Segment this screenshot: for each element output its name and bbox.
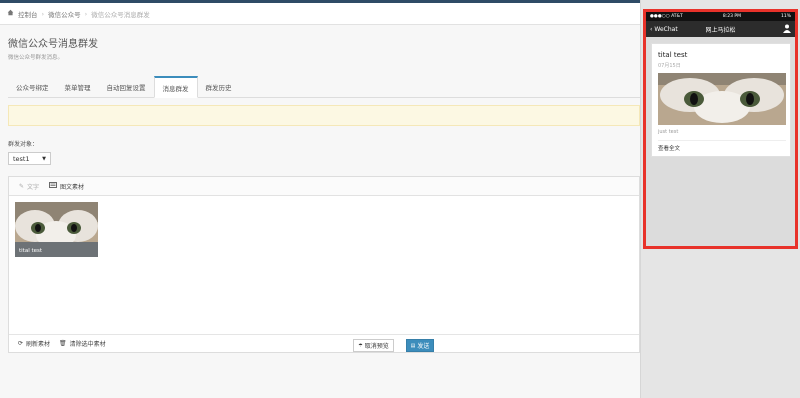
tab-auto-reply[interactable]: 自动回复设置 — [99, 76, 154, 98]
tab-mass-history[interactable]: 群发历史 — [198, 76, 240, 98]
refresh-icon: ⟳ — [18, 340, 24, 347]
tab-bar: 公众号绑定 菜单管理 自动回复设置 消息群发 群发历史 — [8, 76, 640, 98]
news-card[interactable]: tital test 07月15日 just test 查看全文 — [651, 43, 791, 157]
target-select[interactable]: test1 ▼ — [8, 152, 51, 165]
back-button[interactable]: ‹ WeChat — [650, 26, 678, 33]
time-text: 8:23 PM — [722, 14, 741, 19]
clear-label: 清除选中素材 — [69, 341, 106, 348]
battery-text: 11% — [780, 14, 791, 19]
send-label: 发送 — [417, 343, 430, 350]
chevron-down-icon: ▼ — [42, 155, 46, 162]
tab-account-binding[interactable]: 公众号绑定 — [8, 76, 57, 98]
send-icon: ▤ — [410, 342, 416, 349]
page-title: 微信公众号消息群发 — [8, 39, 98, 50]
breadcrumb-home[interactable]: 控制台 — [18, 9, 38, 19]
chevron-left-icon: ‹ — [650, 25, 653, 33]
mobile-icon: ☂ — [358, 342, 363, 349]
phone-nav-bar: ‹ WeChat 网上马拉松 — [646, 21, 795, 37]
refresh-materials-button[interactable]: ⟳ 刷新素材 — [18, 339, 50, 348]
clear-selection-button[interactable]: 🗑 清除选中素材 — [59, 339, 106, 348]
back-label: WeChat — [654, 25, 678, 33]
breadcrumb: 控制台 › 微信公众号 › 微信公众号消息群发 — [0, 3, 640, 25]
page-subtitle: 微信公众号群发消息。 — [8, 55, 64, 61]
phone-status-bar: ●●●○○ AT&T 8:23 PM 11% — [646, 12, 795, 21]
user-icon[interactable] — [783, 24, 791, 35]
carrier-text: ●●●○○ AT&T — [650, 14, 683, 19]
home-icon — [7, 9, 14, 18]
breadcrumb-separator: › — [41, 9, 45, 18]
breadcrumb-wechat[interactable]: 微信公众号 — [48, 9, 81, 19]
news-card-title: tital test — [658, 51, 688, 59]
text-type-button[interactable]: ✎ 文字 — [19, 182, 39, 191]
phone-preview: ●●●○○ AT&T 8:23 PM 11% ‹ WeChat 网上马拉松 ti… — [643, 9, 798, 249]
divider — [658, 140, 786, 141]
target-select-value: test1 — [13, 154, 30, 163]
trash-icon: 🗑 — [59, 340, 67, 347]
breadcrumb-current: 微信公众号消息群发 — [91, 10, 150, 19]
breadcrumb-separator: › — [84, 9, 88, 18]
selected-news-item[interactable]: tital test — [15, 202, 98, 257]
notice-alert — [8, 105, 640, 126]
news-card-digest: just test — [658, 129, 679, 135]
news-type-label: 图文素材 — [60, 183, 85, 191]
tab-menu-management[interactable]: 菜单管理 — [57, 76, 99, 98]
cancel-preview-button[interactable]: ☂ 取消预览 — [353, 339, 394, 352]
tab-mass-message[interactable]: 消息群发 — [153, 76, 198, 98]
send-button[interactable]: ▤ 发送 — [406, 339, 434, 352]
cat-photo — [658, 73, 786, 125]
message-editor: ✎ 文字 图文素材 tital test ⟳ 刷新素材 🗑 清除选中素材 — [8, 176, 640, 353]
target-label: 群发对象： — [8, 141, 39, 148]
selected-news-caption: tital test — [19, 248, 43, 254]
text-type-label: 文字 — [27, 183, 40, 191]
main-content: 微信公众号消息群发 微信公众号群发消息。 公众号绑定 菜单管理 自动回复设置 消… — [0, 25, 640, 398]
news-card-date: 07月15日 — [658, 63, 681, 69]
news-card-image — [658, 73, 786, 125]
editor-toolbar: ✎ 文字 图文素材 — [9, 177, 639, 196]
pencil-icon: ✎ — [19, 182, 25, 190]
refresh-label: 刷新素材 — [26, 341, 51, 348]
news-icon — [49, 182, 57, 190]
editor-footer: ⟳ 刷新素材 🗑 清除选中素材 — [9, 334, 639, 352]
read-more-link[interactable]: 查看全文 — [658, 144, 680, 152]
news-type-button[interactable]: 图文素材 — [49, 182, 84, 191]
cancel-preview-label: 取消预览 — [364, 343, 389, 350]
